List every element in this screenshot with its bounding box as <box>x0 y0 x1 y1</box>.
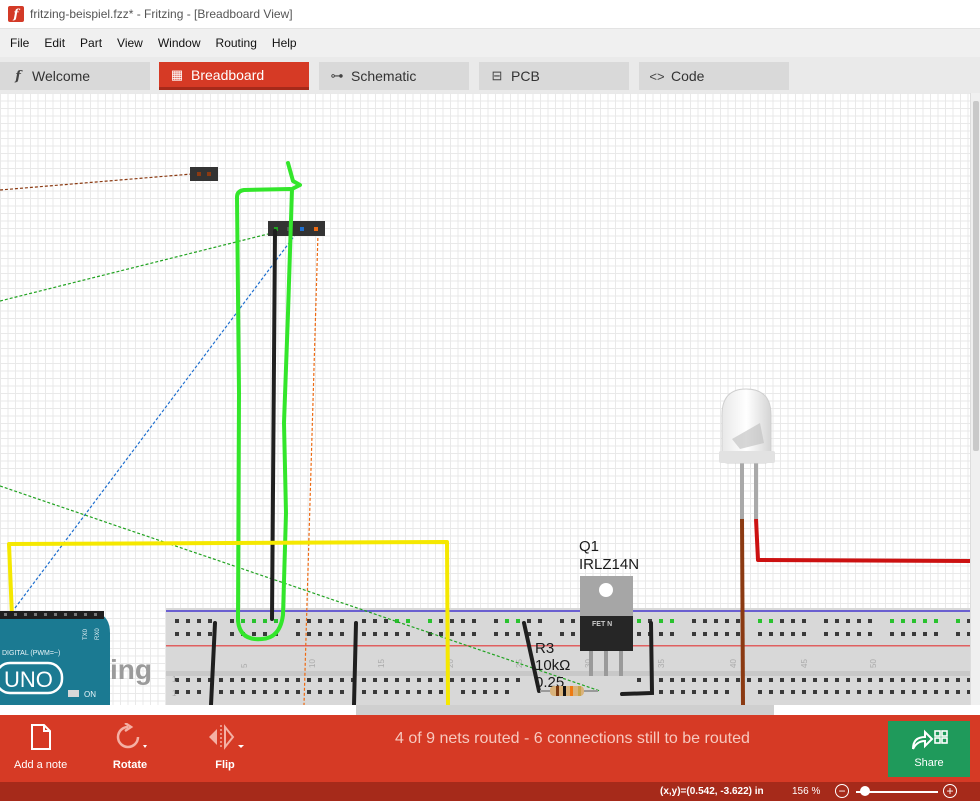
arduino-digital-label: DIGITAL (PWM=~) <box>2 650 60 657</box>
column-number-45: 45 <box>800 659 809 668</box>
menu-routing[interactable]: Routing <box>210 36 263 50</box>
column-number-25: 25 <box>515 659 524 668</box>
window-title: fritzing-beispiel.fzz* - Fritzing - [Bre… <box>30 7 293 21</box>
header-connector-2pin[interactable] <box>190 167 218 181</box>
zoom-in-icon[interactable]: + <box>943 784 957 798</box>
tab-code[interactable]: <> Code <box>639 62 789 90</box>
share-icon <box>912 729 948 750</box>
flip-label: Flip <box>215 759 235 771</box>
pcb-icon: ⊟ <box>491 68 503 83</box>
row-number: 1 <box>172 675 177 684</box>
fritzing-f-icon: f <box>15 68 21 84</box>
zoom-slider-handle[interactable] <box>859 786 870 796</box>
led[interactable] <box>719 388 775 519</box>
menu-help[interactable]: Help <box>266 36 303 50</box>
arduino-on-label: ON <box>84 690 96 699</box>
red-wire[interactable] <box>754 518 971 563</box>
breadboard-scene: 5 10 15 20 25 30 35 40 45 50 1 1 Q1 IRLZ… <box>0 161 980 705</box>
zoom-out-icon[interactable]: − <box>835 784 849 798</box>
zoom-level: 156 % <box>792 786 821 797</box>
routing-status-message: 4 of 9 nets routed - 6 connections still… <box>395 730 750 747</box>
r3-reference: R3 <box>535 640 554 657</box>
r3-value: 10kΩ <box>535 657 570 674</box>
column-number-15: 15 <box>377 659 386 668</box>
tab-breadboard-label: Breadboard <box>191 66 265 83</box>
resistor-icon: ⊶ <box>330 68 344 83</box>
breadboard-icon: ▦ <box>170 66 184 82</box>
code-icon: <> <box>649 68 665 84</box>
bottom-toolbar: Add a note Rotate Flip 4 of 9 nets route… <box>0 715 980 782</box>
fritzing-watermark: ing <box>110 654 152 685</box>
column-number-50: 50 <box>869 659 878 668</box>
menu-bar: File Edit Part View Window Routing Help <box>0 29 980 57</box>
breadboard-canvas[interactable]: 5 10 15 20 25 30 35 40 45 50 1 1 Q1 IRLZ… <box>0 93 980 705</box>
add-note-button[interactable]: Add a note <box>14 721 67 771</box>
q1-part-number: IRLZ14N <box>579 556 639 573</box>
arduino-tx-label: TX0 <box>83 628 89 640</box>
tab-welcome-label: Welcome <box>32 68 91 84</box>
arduino-rx-label: RX0 <box>95 628 101 640</box>
add-note-label: Add a note <box>14 759 68 771</box>
arduino-uno-label: UNO <box>4 667 53 692</box>
tab-code-label: Code <box>671 68 705 84</box>
share-label: Share <box>914 757 944 769</box>
horizontal-scrollbar-thumb[interactable] <box>356 705 774 715</box>
vertical-scrollbar[interactable] <box>970 93 980 705</box>
rotate-button[interactable]: Rotate <box>112 721 148 771</box>
tab-welcome[interactable]: f Welcome <box>0 62 150 90</box>
title-bar: f fritzing-beispiel.fzz* - Fritzing - [B… <box>0 0 980 29</box>
column-number-35: 35 <box>657 659 666 668</box>
menu-edit[interactable]: Edit <box>38 36 71 50</box>
tab-schematic-label: Schematic <box>351 68 417 84</box>
q1-body-text: FET N <box>592 621 612 628</box>
menu-file[interactable]: File <box>4 36 35 50</box>
column-number-10: 10 <box>308 659 317 668</box>
fritzing-app-icon: f <box>8 6 24 22</box>
menu-view[interactable]: View <box>111 36 149 50</box>
tab-schematic[interactable]: ⊶ Schematic <box>319 62 469 90</box>
vertical-scrollbar-thumb[interactable] <box>973 101 979 451</box>
rotate-label: Rotate <box>112 759 148 771</box>
column-number-40: 40 <box>729 659 738 668</box>
row-number: 1 <box>172 689 177 698</box>
brown-wire[interactable] <box>740 518 745 705</box>
q1-reference: Q1 <box>579 538 599 555</box>
view-tab-bar: f Welcome ▦ Breadboard ⊶ Schematic ⊟ PCB… <box>0 57 980 93</box>
tab-pcb[interactable]: ⊟ PCB <box>479 62 629 90</box>
menu-window[interactable]: Window <box>152 36 207 50</box>
tab-pcb-label: PCB <box>511 68 540 84</box>
rotate-icon <box>112 721 148 753</box>
share-button[interactable]: Share <box>888 721 970 777</box>
column-number-5: 5 <box>240 663 249 668</box>
arduino-uno[interactable]: DIGITAL (PWM=~) TX0 RX0 UNO ON <box>0 611 110 705</box>
tab-breadboard[interactable]: ▦ Breadboard <box>159 62 309 90</box>
fritzing-window: f fritzing-beispiel.fzz* - Fritzing - [B… <box>0 0 980 801</box>
cursor-coordinates: (x,y)=(0.542, -3.622) in <box>660 786 764 797</box>
note-icon <box>30 721 52 753</box>
flip-button[interactable]: Flip <box>205 721 245 771</box>
flip-icon <box>205 721 245 753</box>
menu-part[interactable]: Part <box>74 36 108 50</box>
status-bar: (x,y)=(0.542, -3.622) in 156 % − + <box>0 782 980 801</box>
